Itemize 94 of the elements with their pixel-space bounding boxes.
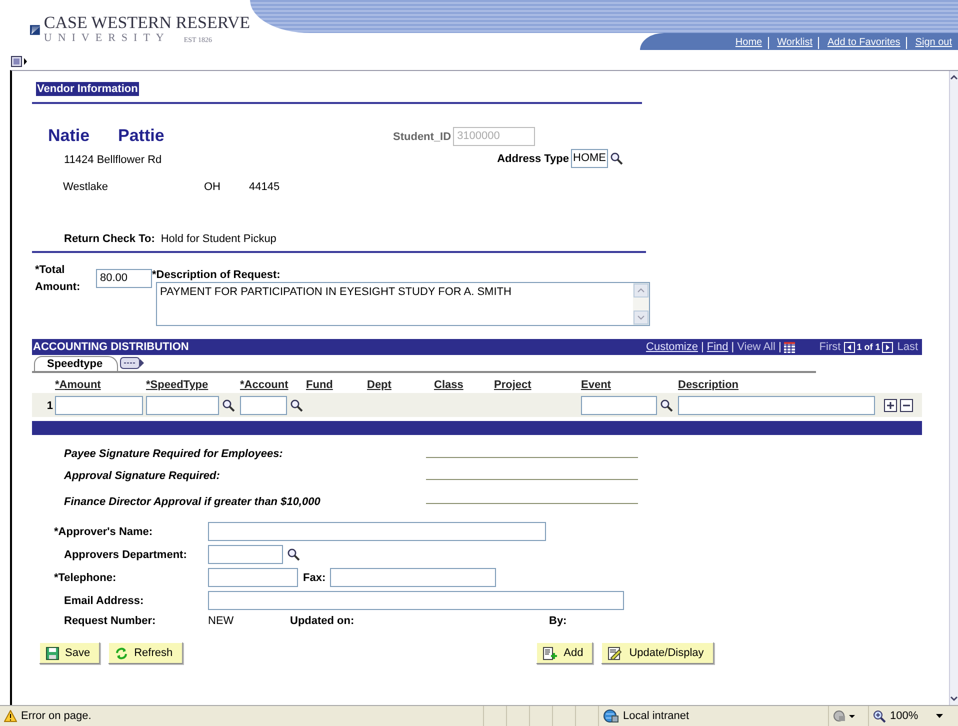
warning-icon xyxy=(4,710,17,722)
nav-link[interactable]: Worklist xyxy=(768,36,818,48)
security-zone: Local intranet xyxy=(623,710,690,722)
column-header[interactable]: *Amount xyxy=(55,376,146,393)
spreadsheet-icon[interactable] xyxy=(784,342,796,352)
row-count: 1 of 1 xyxy=(856,342,880,352)
row-number: 1 xyxy=(46,400,54,412)
separator: | xyxy=(777,341,782,353)
text-field[interactable] xyxy=(208,522,546,541)
action-button[interactable]: Add xyxy=(536,642,594,664)
state: OH xyxy=(204,181,222,193)
last-name: Pattie xyxy=(118,126,164,146)
student-id-field: 3100000 xyxy=(453,127,536,146)
page-toggle-icon[interactable] xyxy=(11,56,27,66)
text-field[interactable] xyxy=(208,591,624,610)
field-label: *Total Amount: xyxy=(35,263,82,295)
grid-link[interactable]: Customize xyxy=(646,341,698,353)
previous-icon[interactable] xyxy=(844,342,855,352)
action-button[interactable]: Save xyxy=(39,642,100,664)
field-label: *Approver's Name: xyxy=(53,526,154,538)
add-document-icon xyxy=(542,646,558,660)
grid-input-field[interactable] xyxy=(240,396,287,415)
signature-label: Finance Director Approval if greater than $10,000 xyxy=(64,496,322,508)
field-label: Approvers Department: xyxy=(63,548,188,560)
grid-label: View All xyxy=(737,341,776,353)
field-label: Request Number: xyxy=(64,615,157,627)
first-name: Natie xyxy=(48,126,91,146)
search-icon[interactable] xyxy=(660,399,673,412)
field-label: *Telephone: xyxy=(53,572,118,584)
grid-input-field[interactable] xyxy=(581,396,657,415)
last-label: Last xyxy=(897,341,918,353)
signature-label: Payee Signature Required for Employees: xyxy=(64,448,284,460)
dropdown-icon[interactable] xyxy=(936,714,944,718)
field-label: Updated on: xyxy=(290,615,356,627)
column-header[interactable]: *Account xyxy=(240,376,306,393)
grid-input-field[interactable] xyxy=(146,396,219,415)
field-label: Email Address: xyxy=(63,594,145,606)
return-check-value: Hold for Student Pickup xyxy=(160,233,276,245)
column-header[interactable]: Project xyxy=(494,376,581,393)
field-label: Fax: xyxy=(303,572,326,584)
nav-link[interactable]: Sign out xyxy=(906,36,958,48)
nav-link[interactable]: Home xyxy=(727,36,768,48)
logo-title: CASE WESTERN RESERVE xyxy=(44,14,250,32)
action-button[interactable]: Update/Display xyxy=(601,642,714,664)
column-header[interactable]: Dept xyxy=(367,376,434,393)
zoom-level[interactable]: 100% xyxy=(890,710,918,722)
address-type-field[interactable]: HOME xyxy=(571,149,608,168)
separator: | xyxy=(730,341,736,353)
separator: | xyxy=(700,341,705,353)
grid-title: ACCOUNTING DISTRIBUTION xyxy=(33,341,190,353)
logo-subtitle: UNIVERSITY xyxy=(44,32,170,44)
edit-document-icon xyxy=(608,646,624,660)
scrollbar[interactable] xyxy=(633,283,649,325)
column-header[interactable]: *SpeedType xyxy=(146,376,240,393)
search-icon[interactable] xyxy=(290,399,303,412)
zip-code: 44145 xyxy=(249,181,280,193)
field-label: Student_ID xyxy=(393,130,452,142)
grid-link[interactable]: Find xyxy=(706,341,728,353)
field-label: Address Type xyxy=(497,152,569,164)
status-message: Error on page. xyxy=(21,710,92,722)
request-number: NEW xyxy=(208,615,235,627)
security-settings-icon[interactable] xyxy=(833,710,855,722)
field-label: Return Check To: xyxy=(64,233,155,245)
signature-label: Approval Signature Required: xyxy=(64,470,221,482)
globe-icon xyxy=(603,709,619,723)
grid-input-field[interactable] xyxy=(678,396,875,415)
total-amount-field[interactable]: 80.00 xyxy=(96,269,152,288)
section-heading: Vendor Information xyxy=(36,82,139,96)
show-all-columns-icon[interactable] xyxy=(120,357,144,369)
text-field[interactable] xyxy=(208,545,283,564)
column-header[interactable]: Fund xyxy=(306,376,367,393)
search-icon[interactable] xyxy=(610,152,623,165)
delete-row-icon[interactable] xyxy=(900,399,913,412)
refresh-icon xyxy=(115,646,128,660)
text-field[interactable] xyxy=(330,568,496,587)
add-row-icon[interactable] xyxy=(884,399,897,412)
first-label: First xyxy=(819,341,841,353)
tab[interactable]: Speedtype xyxy=(34,356,118,371)
city: Westlake xyxy=(63,181,110,193)
street-address: 11424 Bellflower Rd xyxy=(64,154,163,166)
scrollbar[interactable] xyxy=(949,71,958,705)
search-icon[interactable] xyxy=(222,399,235,412)
nav-link[interactable]: Add to Favorites xyxy=(818,36,906,48)
field-label: By: xyxy=(549,615,567,627)
field-label: *Description of Request: xyxy=(152,269,282,281)
column-header[interactable]: Description xyxy=(678,376,922,393)
next-icon[interactable] xyxy=(882,342,894,352)
zoom-icon[interactable] xyxy=(873,710,886,722)
search-icon[interactable] xyxy=(287,548,300,561)
text-field[interactable] xyxy=(208,568,298,587)
description-field[interactable]: PAYMENT FOR PARTICIPATION IN EYESIGHT STUDY FOR A. SMITH xyxy=(156,282,650,326)
action-button[interactable]: Refresh xyxy=(108,642,183,664)
column-header[interactable]: Event xyxy=(581,376,678,393)
column-header[interactable]: Class xyxy=(434,376,494,393)
